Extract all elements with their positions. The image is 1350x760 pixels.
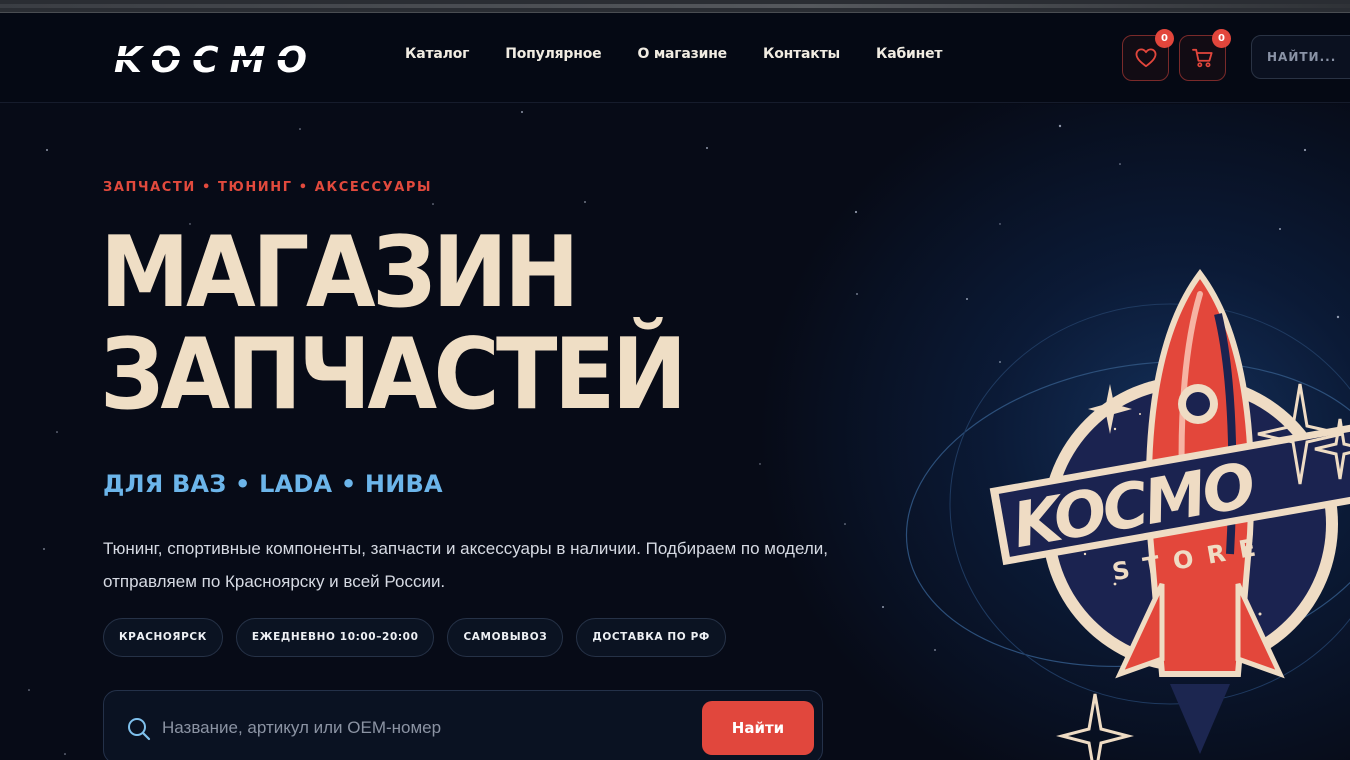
hero-description: Тюнинг, спортивные компоненты, запчасти … (103, 539, 829, 591)
hero-headline-line2: ЗАПЧАСТЕЙ (100, 318, 687, 432)
nav-contacts[interactable]: Контакты (763, 46, 840, 70)
cart-icon (1191, 48, 1213, 68)
info-chips: КРАСНОЯРСК ЕЖЕДНЕВНО 10:00–20:00 САМОВЫВ… (103, 618, 726, 657)
chip-hours: ЕЖЕДНЕВНО 10:00–20:00 (235, 618, 435, 657)
chip-pickup: САМОВЫВОЗ (447, 618, 564, 657)
browser-chrome-strip (0, 0, 1350, 13)
chip-city: КРАСНОЯРСК (103, 618, 223, 657)
cart-button[interactable]: 0 (1179, 29, 1231, 81)
heart-icon (1135, 48, 1156, 68)
hero-search-bar: Найти (103, 690, 823, 760)
nav-about[interactable]: О магазине (637, 46, 727, 70)
cart-count-badge: 0 (1212, 29, 1231, 48)
site-header: KOCMO Каталог Популярное О магазине Конт… (0, 13, 1350, 103)
nav-catalog[interactable]: Каталог (405, 46, 469, 70)
main-nav: Каталог Популярное О магазине Контакты К… (405, 46, 943, 70)
nav-account[interactable]: Кабинет (876, 46, 943, 70)
hero-headline-line1: МАГАЗИН (100, 216, 580, 330)
hero-eyebrow: ЗАПЧАСТИ • ТЮНИНГ • АКСЕССУАРЫ (103, 180, 433, 195)
hero-subheading: ДЛЯ ВАЗ • LADA • НИВА (103, 470, 443, 498)
hero-search-input[interactable] (162, 711, 682, 745)
nav-popular[interactable]: Популярное (505, 46, 601, 70)
rocket-emblem: KOCMO STORE (905, 268, 1350, 760)
wishlist-button[interactable]: 0 (1122, 29, 1174, 81)
search-icon (128, 718, 151, 741)
wishlist-count-badge: 0 (1155, 29, 1174, 48)
chip-delivery: ДОСТАВКА ПО РФ (576, 618, 726, 657)
brand-logo[interactable]: KOCMO (112, 39, 307, 79)
header-search-input[interactable]: НАЙТИ... (1251, 35, 1350, 79)
hero-headline: МАГАЗИН ЗАПЧАСТЕЙ (100, 222, 799, 426)
hero-section: ЗАПЧАСТИ • ТЮНИНГ • АКСЕССУАРЫ МАГАЗИН З… (0, 104, 1350, 760)
hero-search-button[interactable]: Найти (702, 701, 814, 755)
